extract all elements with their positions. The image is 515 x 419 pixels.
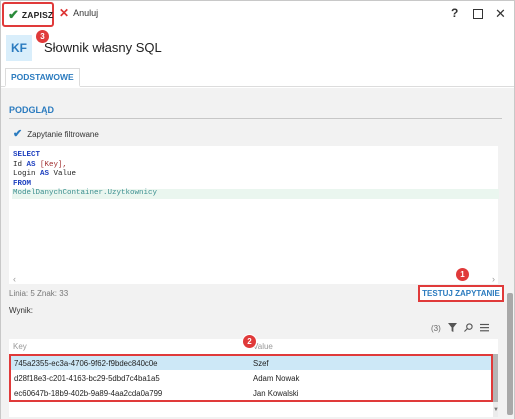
app-logo: KF xyxy=(6,35,32,61)
cell-value: Szef xyxy=(253,359,269,368)
dialog-header: KF Słownik własny SQL xyxy=(1,29,514,65)
checkmark-icon: ✔ xyxy=(8,7,19,22)
section-divider xyxy=(9,118,502,119)
table-row[interactable]: ec60647b-18b9-402b-9a89-4aa2cda0a799 Jan… xyxy=(11,386,491,400)
menu-icon[interactable] xyxy=(479,323,489,334)
sql-code: SELECT Id AS [Key], Login AS Value FROM … xyxy=(13,151,157,199)
page-scrollbar[interactable] xyxy=(506,88,514,419)
code-line-1: SELECT xyxy=(13,151,41,159)
result-label: Wynik: xyxy=(9,306,33,315)
code-line-4: FROM xyxy=(13,179,32,188)
dialog-window: ✔ ZAPISZ 3 ✕ Anuluj ? ✕ KF Słownik własn… xyxy=(0,0,515,419)
cell-key: 745a2355-ec3a-4706-9f62-f9bdec840c0e xyxy=(14,359,158,368)
search-icon[interactable] xyxy=(463,323,473,334)
test-query-button[interactable]: TESTUJ ZAPYTANIE xyxy=(418,285,504,302)
annotation-badge-1: 1 xyxy=(456,268,469,281)
maximize-icon[interactable] xyxy=(473,9,483,19)
annotation-badge-2: 2 xyxy=(243,335,256,348)
cell-value: Adam Nowak xyxy=(253,374,300,383)
result-grid: Key Value 745a2355-ec3a-4706-9f62-f9bdec… xyxy=(9,339,499,417)
section-title-preview: PODGLĄD xyxy=(9,105,54,115)
grid-scrollbar-thumb[interactable] xyxy=(493,354,498,402)
cell-value: Jan Kowalski xyxy=(253,389,299,398)
close-icon[interactable]: ✕ xyxy=(495,7,506,20)
code-line-2: Id AS [Key], xyxy=(13,160,68,169)
toolbar: ✔ ZAPISZ 3 ✕ Anuluj ? ✕ xyxy=(1,1,514,43)
filtered-query-checkbox[interactable]: ✔ Zapytanie filtrowane xyxy=(13,129,99,140)
column-header-key[interactable]: Key xyxy=(13,342,27,351)
cancel-button[interactable]: ✕ Anuluj xyxy=(59,7,98,19)
page-title: Słownik własny SQL xyxy=(44,40,162,55)
scroll-left-arrow-icon[interactable]: ‹ xyxy=(13,274,16,284)
code-line-5: ModelDanychContainer.Uzytkownicy xyxy=(13,189,158,197)
cancel-button-label: Anuluj xyxy=(73,8,99,18)
cell-key: ec60647b-18b9-402b-9a89-4aa2cda0a799 xyxy=(14,389,163,398)
result-count: (3) xyxy=(431,324,441,333)
grid-toolbar: (3) xyxy=(431,323,496,334)
tab-podstawowe[interactable]: PODSTAWOWE xyxy=(5,68,80,87)
save-button-label: ZAPISZ xyxy=(21,9,54,20)
grid-scroll-down-icon[interactable]: ▼ xyxy=(493,407,499,413)
code-line-3: Login AS Value xyxy=(13,170,77,178)
save-button[interactable]: ✔ ZAPISZ xyxy=(2,2,54,27)
table-row[interactable]: 745a2355-ec3a-4706-9f62-f9bdec840c0e Sze… xyxy=(11,356,491,370)
help-icon[interactable]: ? xyxy=(451,7,458,19)
table-row[interactable]: d28f18e3-c201-4163-bc29-5dbd7c4ba1a5 Ada… xyxy=(11,371,491,385)
cursor-status: Linia: 5 Znak: 33 xyxy=(9,289,69,298)
cancel-x-icon: ✕ xyxy=(59,6,70,20)
page-scrollbar-thumb[interactable] xyxy=(507,293,513,415)
column-header-value[interactable]: Value xyxy=(253,342,273,351)
checkmark-icon: ✔ xyxy=(13,128,23,140)
scroll-right-arrow-icon[interactable]: › xyxy=(492,274,495,284)
cell-key: d28f18e3-c201-4163-bc29-5dbd7c4ba1a5 xyxy=(14,374,160,383)
filtered-query-label: Zapytanie filtrowane xyxy=(27,130,99,139)
tab-bar: PODSTAWOWE xyxy=(1,65,514,87)
grid-rows: 745a2355-ec3a-4706-9f62-f9bdec840c0e Sze… xyxy=(9,354,493,402)
filter-icon[interactable] xyxy=(447,323,457,334)
sql-editor[interactable]: SELECT Id AS [Key], Login AS Value FROM … xyxy=(9,146,499,284)
